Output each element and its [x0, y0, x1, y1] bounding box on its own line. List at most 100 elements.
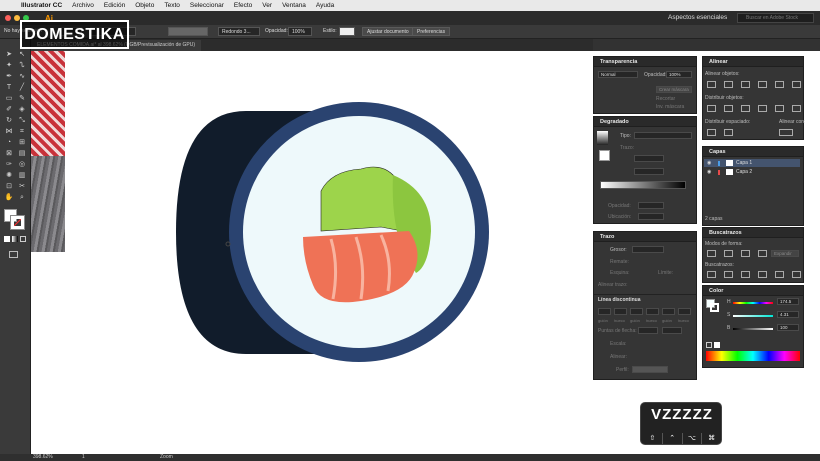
type-tool-icon[interactable]: T — [3, 82, 15, 93]
pen-tool-icon[interactable]: ✒ — [3, 71, 15, 82]
layer-name[interactable]: Capa 1 — [736, 160, 752, 166]
merge-icon[interactable] — [741, 271, 750, 278]
unite-icon[interactable] — [707, 250, 716, 257]
white-color-swatch[interactable] — [714, 342, 720, 348]
blend-tool-icon[interactable]: ◎ — [16, 159, 28, 170]
brightness-field[interactable]: 100 — [777, 324, 799, 331]
clip-checkbox[interactable]: Recortar — [656, 96, 675, 102]
free-transform-tool-icon[interactable]: ⌗ — [16, 126, 28, 137]
layer-name[interactable]: Capa 2 — [736, 169, 752, 175]
gradient-aspect-field[interactable] — [634, 168, 664, 175]
distribute-left-icon[interactable] — [758, 105, 767, 112]
gradient-type-select[interactable] — [634, 132, 692, 139]
graphic-style-swatch[interactable] — [339, 27, 355, 36]
distribute-vspace-icon[interactable] — [707, 129, 716, 136]
shape-builder-tool-icon[interactable]: ◔ — [3, 137, 15, 148]
make-mask-button[interactable]: Crear máscara — [656, 86, 692, 93]
minus-back-icon[interactable] — [792, 271, 801, 278]
distribute-vcenter-icon[interactable] — [724, 105, 733, 112]
align-to-select[interactable] — [779, 129, 793, 136]
align-hcenter-icon[interactable] — [724, 81, 733, 88]
zoom-tool-icon[interactable]: ⌕ — [16, 192, 28, 203]
hue-field[interactable]: 174.5 — [777, 298, 799, 305]
artboard-canvas[interactable] — [31, 51, 593, 454]
gradient-fill-swatch[interactable] — [599, 150, 610, 161]
menu-edicion[interactable]: Edición — [99, 2, 130, 9]
variable-width-field[interactable] — [168, 27, 208, 36]
gradient-thumbnail[interactable] — [597, 131, 608, 145]
distribute-right-icon[interactable] — [792, 105, 801, 112]
none-color-swatch[interactable] — [706, 342, 712, 348]
gradient-tool-icon[interactable]: ▤ — [16, 148, 28, 159]
distribute-hspace-icon[interactable] — [724, 129, 733, 136]
adjust-document-button[interactable]: Ajustar documento — [362, 27, 414, 36]
exclude-icon[interactable] — [758, 250, 767, 257]
align-top-icon[interactable] — [758, 81, 767, 88]
blend-mode-select[interactable]: Normal — [598, 71, 638, 78]
symbol-sprayer-tool-icon[interactable]: ✺ — [3, 170, 15, 181]
direct-selection-tool-icon[interactable]: ↖ — [16, 49, 28, 60]
gradient-slider[interactable] — [600, 181, 686, 189]
lasso-tool-icon[interactable]: ᔐ — [16, 60, 28, 71]
preferences-button[interactable]: Preferencias — [412, 27, 451, 36]
align-vcenter-icon[interactable] — [775, 81, 784, 88]
stroke-weight-input[interactable] — [632, 246, 664, 253]
align-left-icon[interactable] — [707, 81, 716, 88]
shaper-tool-icon[interactable]: ✐ — [3, 104, 15, 115]
trim-icon[interactable] — [724, 271, 733, 278]
dash-field-2[interactable] — [630, 308, 643, 315]
width-tool-icon[interactable]: ⋈ — [3, 126, 15, 137]
menu-archivo[interactable]: Archivo — [67, 2, 99, 9]
stock-search-input[interactable]: Buscar en Adobe Stock — [737, 13, 814, 23]
layer-row-2[interactable]: ◉ Capa 2 — [704, 168, 800, 176]
expand-button[interactable]: Expandir — [771, 250, 799, 257]
gradient-opacity-field[interactable] — [638, 202, 664, 209]
crop-icon[interactable] — [758, 271, 767, 278]
workspace-switcher[interactable]: Aspectos esenciales — [668, 14, 727, 21]
rectangle-tool-icon[interactable]: ▭ — [3, 93, 15, 104]
outline-icon[interactable] — [775, 271, 784, 278]
menu-ayuda[interactable]: Ayuda — [311, 2, 339, 9]
menu-efecto[interactable]: Efecto — [229, 2, 257, 9]
minus-front-icon[interactable] — [724, 250, 733, 257]
layer-row-1[interactable]: ◉ Capa 1 — [704, 159, 800, 167]
arrow-start-select[interactable] — [638, 327, 658, 334]
mesh-tool-icon[interactable]: ⊠ — [3, 148, 15, 159]
line-tool-icon[interactable]: ╱ — [16, 82, 28, 93]
slice-tool-icon[interactable]: ✂ — [16, 181, 28, 192]
intersect-icon[interactable] — [741, 250, 750, 257]
eraser-tool-icon[interactable]: ◈ — [16, 104, 28, 115]
invert-mask-checkbox[interactable]: Inv. máscara — [656, 104, 684, 110]
distribute-hcenter-icon[interactable] — [775, 105, 784, 112]
menu-app-name[interactable]: Illustrator CC — [16, 2, 67, 9]
saturation-slider[interactable] — [733, 315, 773, 317]
eyedropper-tool-icon[interactable]: ✑ — [3, 159, 15, 170]
brightness-slider[interactable] — [733, 328, 773, 330]
menu-objeto[interactable]: Objeto — [130, 2, 159, 9]
brush-definition-select[interactable]: Redondo 3... — [218, 27, 260, 36]
scale-tool-icon[interactable]: ⤡ — [16, 115, 28, 126]
curvature-tool-icon[interactable]: ∿ — [16, 71, 28, 82]
gap-field-3[interactable] — [678, 308, 691, 315]
color-stroke-swatch[interactable] — [710, 303, 719, 312]
stroke-profile-select[interactable] — [632, 366, 668, 373]
arrow-end-select[interactable] — [662, 327, 682, 334]
eye-icon[interactable]: ◉ — [707, 168, 711, 176]
stroke-color-swatch[interactable] — [10, 215, 25, 230]
dashed-line-checkbox[interactable]: Línea discontinua — [598, 297, 641, 303]
close-window-button[interactable] — [5, 15, 11, 21]
sushi-illustration[interactable] — [31, 51, 593, 454]
dash-field-1[interactable] — [598, 308, 611, 315]
selection-tool-icon[interactable]: ➤ — [3, 49, 15, 60]
artboard-number-field[interactable]: 1 — [82, 454, 85, 461]
draw-mode-icon[interactable] — [9, 251, 18, 258]
paintbrush-tool-icon[interactable]: ✎ — [16, 93, 28, 104]
gradient-location-field[interactable] — [638, 213, 664, 220]
saturation-field[interactable]: 4.31 — [777, 311, 799, 318]
transparency-opacity-field[interactable]: 100% — [666, 71, 692, 78]
zoom-level-field[interactable]: 398.62% — [33, 454, 53, 461]
menu-ver[interactable]: Ver — [257, 2, 277, 9]
none-mode-icon[interactable] — [20, 236, 26, 242]
gap-field-1[interactable] — [614, 308, 627, 315]
gradient-mode-icon[interactable] — [12, 236, 18, 242]
